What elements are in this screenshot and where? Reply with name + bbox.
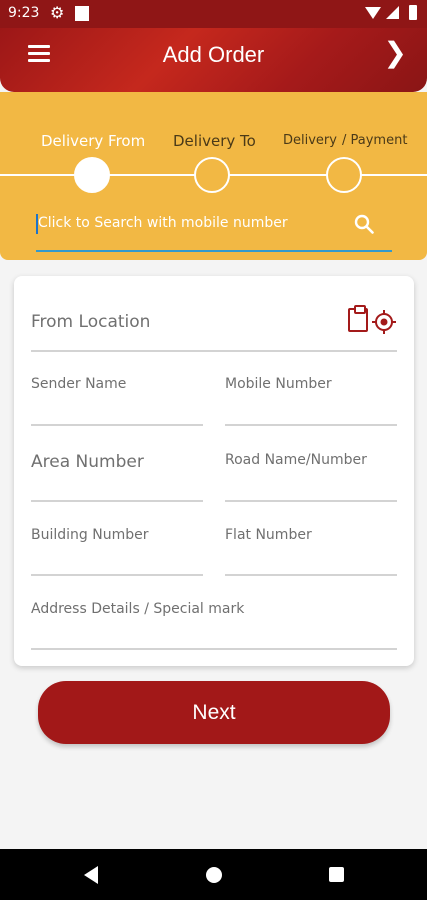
- address-details-field[interactable]: Address Details / Special mark: [31, 598, 397, 650]
- status-bar: 9:23 ⚙: [0, 0, 427, 28]
- step-label-delivery-from: Delivery From: [41, 132, 146, 150]
- search-placeholder: Click to Search with mobile number: [38, 215, 288, 231]
- status-time: 9:23: [8, 5, 40, 21]
- mobile-number-label: Mobile Number: [225, 376, 332, 392]
- step-label-delivery-to: Delivery To: [173, 132, 256, 150]
- battery-icon: [409, 5, 417, 20]
- home-icon[interactable]: [206, 867, 222, 883]
- recents-icon[interactable]: [329, 867, 344, 882]
- chevron-right-icon[interactable]: ❯: [384, 36, 407, 69]
- mobile-number-field[interactable]: Mobile Number: [225, 372, 397, 426]
- address-form-card: From Location Sender Name Mobile Number …: [14, 276, 414, 666]
- sender-name-label: Sender Name: [31, 376, 127, 392]
- building-number-field[interactable]: Building Number: [31, 524, 203, 576]
- back-icon[interactable]: [84, 866, 98, 884]
- my-location-icon[interactable]: [372, 310, 396, 334]
- from-location-label: From Location: [31, 312, 151, 332]
- stepper-panel: Delivery From Delivery To Delivery / Pay…: [0, 92, 427, 260]
- search-input[interactable]: Click to Search with mobile number: [36, 206, 392, 252]
- step-circle-payment[interactable]: [326, 157, 362, 193]
- app-header: Add Order ❯: [0, 28, 427, 92]
- building-number-label: Building Number: [31, 527, 149, 543]
- sender-name-field[interactable]: Sender Name: [31, 372, 203, 426]
- next-button[interactable]: Next: [38, 681, 390, 744]
- area-number-label: Area Number: [31, 452, 144, 472]
- flat-number-field[interactable]: Flat Number: [225, 524, 397, 576]
- area-number-field[interactable]: Area Number: [31, 448, 203, 502]
- step-circle-delivery-to[interactable]: [194, 157, 230, 193]
- search-icon[interactable]: [354, 214, 374, 234]
- address-details-label: Address Details / Special mark: [31, 601, 245, 617]
- gear-icon: ⚙: [50, 3, 65, 22]
- step-circle-delivery-from[interactable]: [74, 157, 110, 193]
- page-title: Add Order: [162, 42, 265, 67]
- step-label-payment: / Payment: [342, 133, 408, 148]
- clipboard-icon[interactable]: [348, 305, 368, 332]
- road-name-label: Road Name/Number: [225, 452, 367, 468]
- square-notification-icon: [75, 6, 89, 21]
- navigation-bar: [0, 849, 427, 900]
- wifi-icon: [365, 7, 381, 19]
- from-location-field[interactable]: From Location: [31, 296, 397, 352]
- step-label-delivery: Delivery: [283, 133, 337, 148]
- road-name-field[interactable]: Road Name/Number: [225, 448, 397, 502]
- flat-number-label: Flat Number: [225, 527, 312, 543]
- signal-icon: [386, 6, 399, 19]
